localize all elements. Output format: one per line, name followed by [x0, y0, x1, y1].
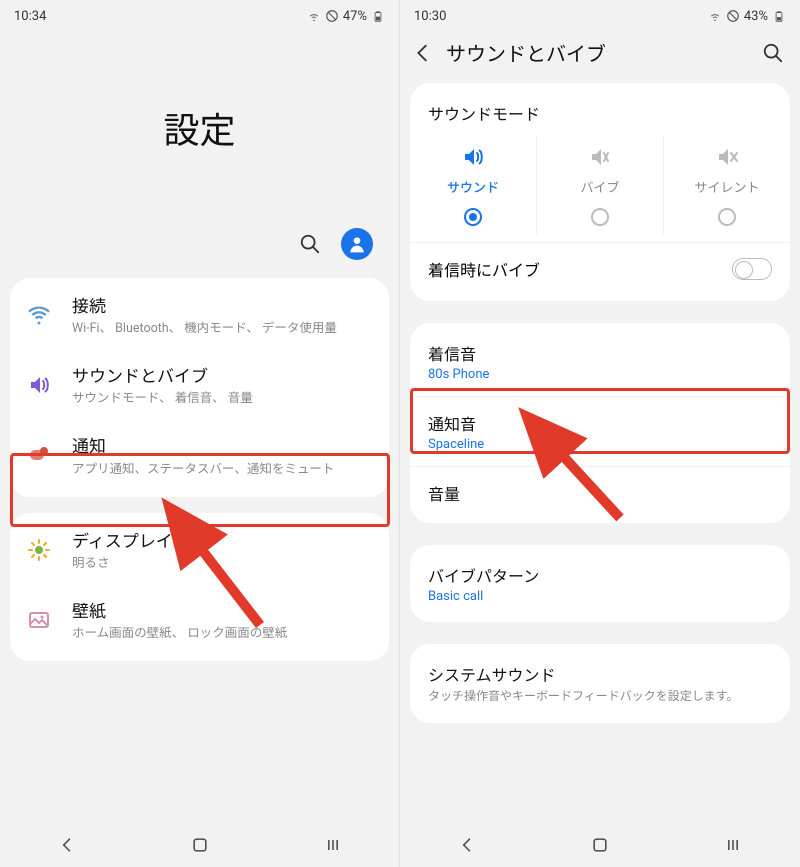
row-value: 80s Phone [428, 367, 772, 382]
nav-recents-button[interactable] [721, 833, 745, 857]
list-title: 壁紙 [72, 601, 373, 623]
menu-icon [323, 835, 343, 855]
row-value: Spaceline [428, 437, 772, 452]
nav-bar [400, 823, 800, 867]
mode-label: サウンド [447, 177, 499, 196]
nav-home-button[interactable] [188, 833, 212, 857]
search-button[interactable] [760, 40, 786, 66]
vibration-card: バイブパターン Basic call [410, 545, 790, 622]
radio-button[interactable] [591, 208, 609, 226]
settings-card-1: 接続 Wi-Fi、 Bluetooth、 機内モード、 データ使用量 サウンドと… [10, 278, 389, 497]
radio-button[interactable] [464, 208, 482, 226]
toggle-label: 着信時にバイブ [428, 257, 540, 281]
row-title: 通知音 [428, 411, 772, 435]
mute-icon [715, 145, 739, 169]
status-right: 43% [708, 9, 786, 24]
ringtone-row[interactable]: 着信音 80s Phone [410, 327, 790, 396]
vibration-pattern-row[interactable]: バイブパターン Basic call [410, 549, 790, 618]
notification-icon [27, 443, 51, 467]
search-icon [299, 233, 321, 255]
list-title: サウンドとバイブ [72, 366, 373, 388]
list-sub: Wi-Fi、 Bluetooth、 機内モード、 データ使用量 [72, 320, 373, 338]
do-not-disturb-icon [325, 9, 339, 23]
sound-mode-option-silent[interactable]: サイレント [664, 137, 790, 234]
status-bar: 10:34 47% [0, 0, 399, 28]
wifi-icon [307, 9, 321, 23]
menu-icon [723, 835, 743, 855]
status-right: 47% [307, 9, 385, 24]
settings-card-2: ディスプレイ 明るさ 壁紙 ホーム画面の壁紙、 ロック画面の壁紙 [10, 513, 389, 661]
vibrate-on-ring-row[interactable]: 着信時にバイブ [410, 242, 790, 297]
hero-actions [0, 228, 399, 278]
sound-icon [27, 373, 51, 397]
row-value: Basic call [428, 589, 772, 604]
list-sub: アプリ通知、ステータスバー、通知をミュート [72, 461, 373, 479]
row-description: タッチ操作音やキーボードフィードバックを設定します。 [428, 688, 772, 705]
list-sub: サウンドモード、 着信音、 音量 [72, 390, 373, 408]
row-title: バイブパターン [428, 563, 772, 587]
status-time: 10:34 [14, 9, 46, 24]
list-title: 接続 [72, 296, 373, 318]
list-sub: ホーム画面の壁紙、 ロック画面の壁紙 [72, 625, 373, 643]
square-icon [590, 835, 610, 855]
list-item-wallpaper[interactable]: 壁紙 ホーム画面の壁紙、 ロック画面の壁紙 [10, 587, 389, 657]
system-sound-row[interactable]: システムサウンド タッチ操作音やキーボードフィードバックを設定します。 [410, 648, 790, 719]
sound-mode-card: サウンドモード サウンド バイブ サイレント [410, 83, 790, 301]
list-item-connections[interactable]: 接続 Wi-Fi、 Bluetooth、 機内モード、 データ使用量 [10, 282, 389, 352]
sound-mode-title: サウンドモード [410, 87, 790, 129]
status-time: 10:30 [414, 9, 446, 24]
wallpaper-icon [27, 608, 51, 632]
mode-label: サイレント [694, 177, 759, 196]
profile-avatar[interactable] [341, 228, 373, 260]
app-bar-title: サウンドとバイブ [446, 38, 750, 67]
page-title: 設定 [0, 28, 399, 228]
vibrate-icon [588, 145, 612, 169]
status-battery: 43% [744, 9, 768, 24]
person-icon [347, 234, 367, 254]
volume-row[interactable]: 音量 [410, 466, 790, 519]
nav-bar [0, 823, 399, 867]
sound-on-icon [461, 145, 485, 169]
app-bar: サウンドとバイブ [400, 28, 800, 73]
nav-home-button[interactable] [588, 833, 612, 857]
row-title: システムサウンド [428, 662, 772, 686]
battery-icon [371, 9, 385, 23]
sound-options-card: 着信音 80s Phone 通知音 Spaceline 音量 [410, 323, 790, 523]
nav-back-button[interactable] [55, 833, 79, 857]
radio-button[interactable] [718, 208, 736, 226]
sound-mode-option-sound[interactable]: サウンド [410, 137, 537, 234]
status-bar: 10:30 43% [400, 0, 800, 28]
notification-sound-row[interactable]: 通知音 Spaceline [410, 396, 790, 466]
list-item-notifications[interactable]: 通知 アプリ通知、ステータスバー、通知をミュート [10, 422, 389, 492]
toggle-switch[interactable] [732, 258, 772, 280]
settings-panel-left: 10:34 47% 設定 接続 Wi-Fi、 Bluetooth、 機内モード、… [0, 0, 400, 867]
list-title: 通知 [72, 436, 373, 458]
sound-settings-panel-right: 10:30 43% サウンドとバイブ サウンドモード サウンド [400, 0, 800, 867]
row-title: 着信音 [428, 341, 772, 365]
back-button[interactable] [410, 40, 436, 66]
list-title: ディスプレイ [72, 531, 373, 553]
status-battery: 47% [343, 9, 367, 24]
list-item-display[interactable]: ディスプレイ 明るさ [10, 517, 389, 587]
sound-mode-option-vibrate[interactable]: バイブ [537, 137, 664, 234]
chevron-left-icon [457, 835, 477, 855]
square-icon [190, 835, 210, 855]
brightness-icon [27, 538, 51, 562]
list-sub: 明るさ [72, 555, 373, 573]
wifi-icon [708, 9, 722, 23]
search-button[interactable] [299, 233, 321, 255]
chevron-left-icon [412, 42, 434, 64]
list-item-sound-vibration[interactable]: サウンドとバイブ サウンドモード、 着信音、 音量 [10, 352, 389, 422]
sound-mode-options: サウンド バイブ サイレント [410, 129, 790, 238]
wifi-icon [27, 303, 51, 327]
nav-back-button[interactable] [455, 833, 479, 857]
mode-label: バイブ [580, 177, 619, 196]
system-sound-card: システムサウンド タッチ操作音やキーボードフィードバックを設定します。 [410, 644, 790, 723]
nav-recents-button[interactable] [321, 833, 345, 857]
do-not-disturb-icon [726, 9, 740, 23]
chevron-left-icon [57, 835, 77, 855]
row-title: 音量 [428, 481, 772, 505]
search-icon [762, 42, 784, 64]
battery-icon [772, 9, 786, 23]
